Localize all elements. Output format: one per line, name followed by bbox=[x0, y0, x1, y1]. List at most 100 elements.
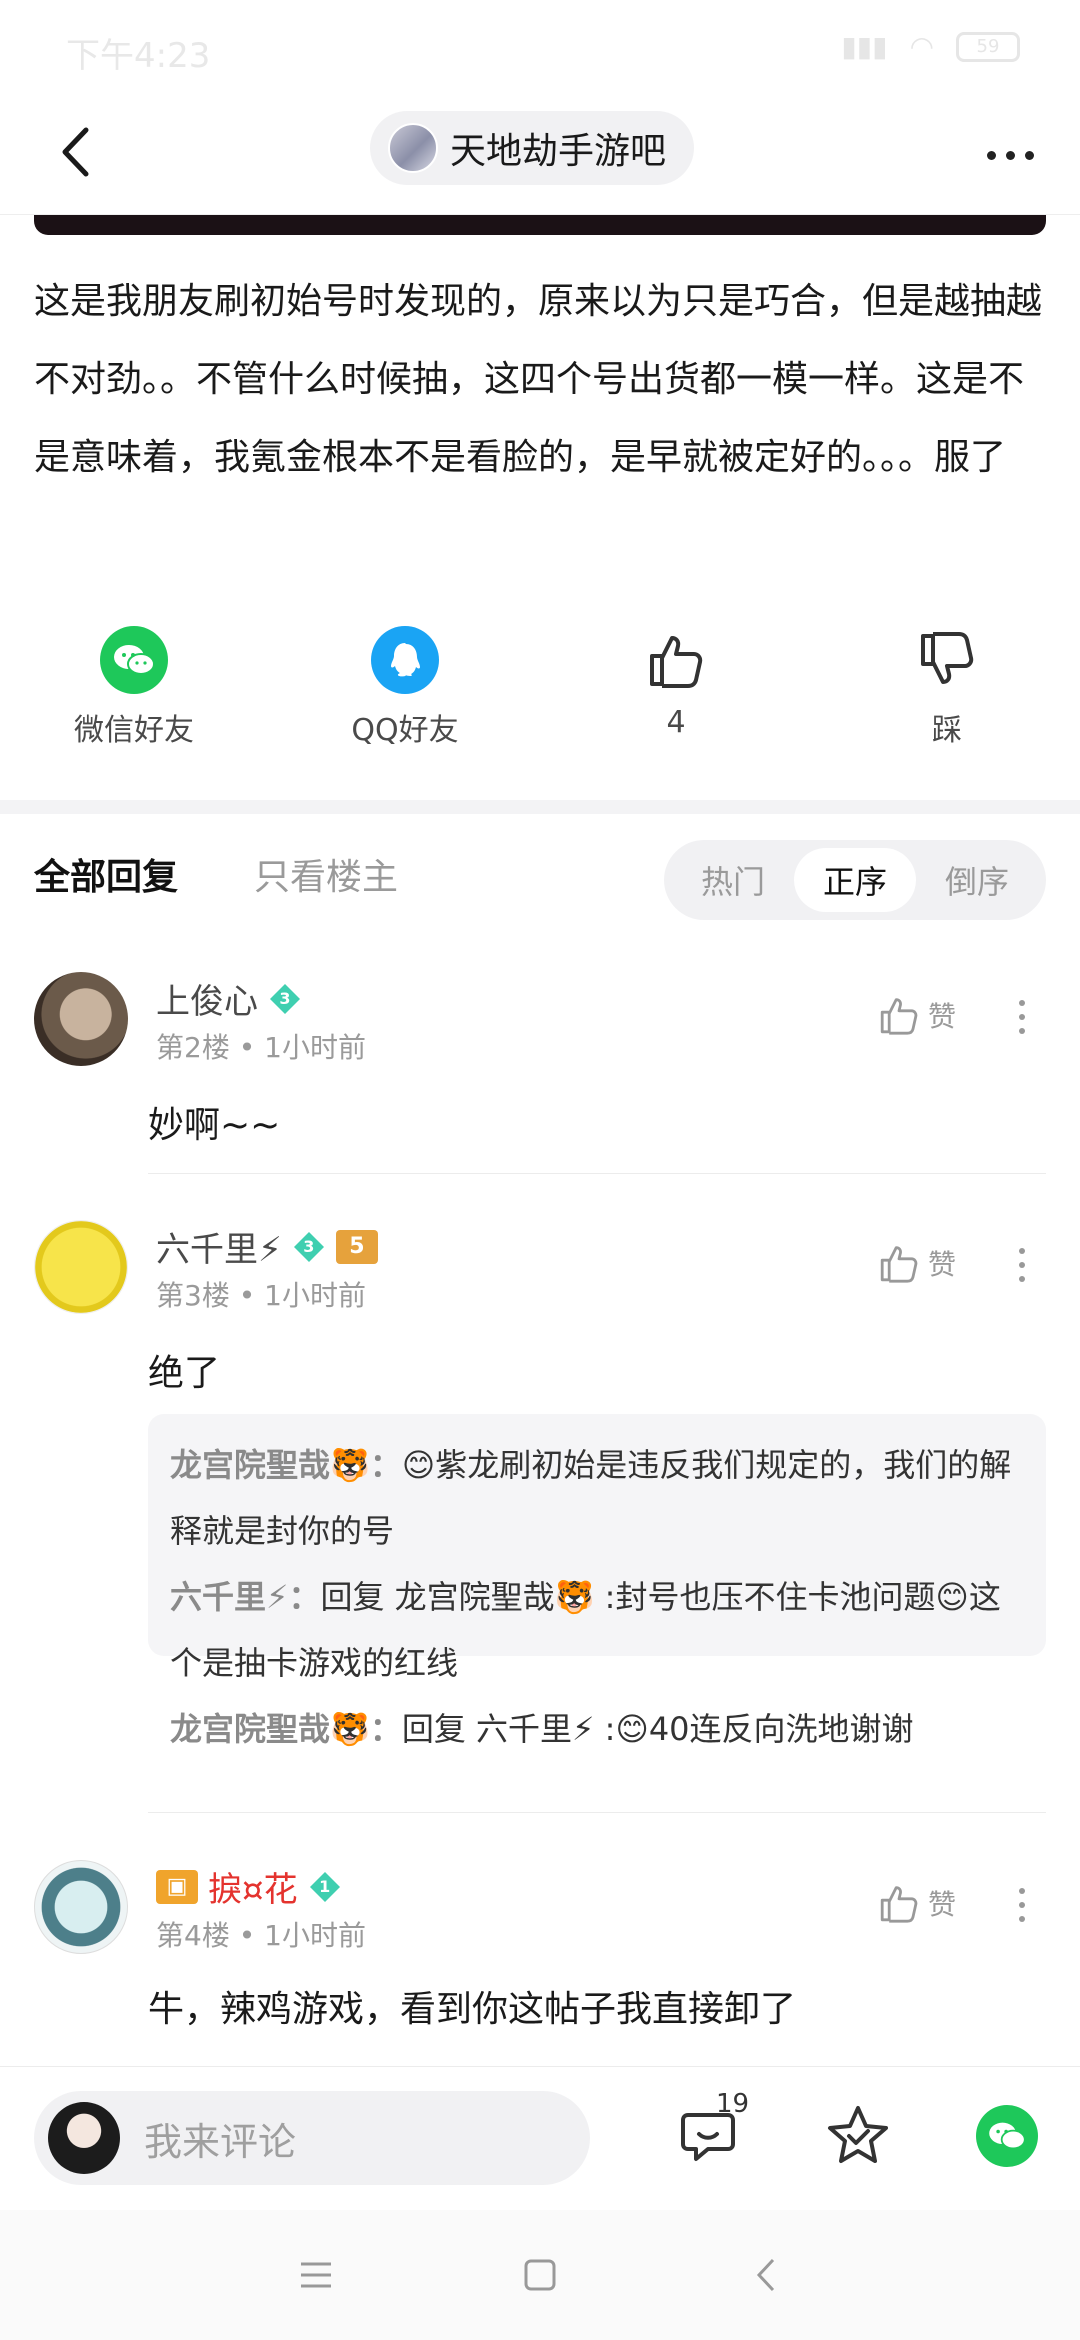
comment-time: 1小时前 bbox=[264, 1919, 366, 1952]
comment-placeholder: 我来评论 bbox=[144, 2119, 297, 2164]
sub-reply-author[interactable]: 六千里⚡： bbox=[170, 1578, 320, 1616]
my-avatar bbox=[48, 2102, 120, 2174]
like-button[interactable]: 4 bbox=[586, 625, 766, 740]
sub-reply-text: 回复 六千里⚡ :😊40连反向洗地谢谢 bbox=[401, 1710, 914, 1748]
comment-more-button[interactable] bbox=[1010, 1000, 1034, 1034]
like-count: 4 bbox=[666, 705, 686, 740]
menu-button[interactable] bbox=[286, 2250, 346, 2300]
meta-dot: • bbox=[238, 1279, 265, 1312]
avatar[interactable] bbox=[34, 972, 128, 1066]
sub-reply: 龙宫院聖哉🐯：回复 六千里⚡ :😊40连反向洗地谢谢 bbox=[170, 1696, 1024, 1762]
vip-badge-icon: ▣ bbox=[156, 1869, 198, 1904]
comment-divider bbox=[148, 1173, 1046, 1174]
forum-name: 天地劫手游吧 bbox=[450, 131, 667, 172]
thumbs-up-icon bbox=[880, 998, 918, 1035]
qq-label: QQ好友 bbox=[351, 713, 459, 748]
post-image[interactable] bbox=[34, 215, 1046, 235]
comment-input[interactable]: 我来评论 bbox=[34, 2091, 590, 2185]
like-label: 赞 bbox=[928, 1000, 957, 1033]
thumbs-down-icon bbox=[921, 632, 974, 684]
comment-text: 妙啊~~ bbox=[148, 1105, 281, 1146]
forum-pill[interactable]: 天地劫手游吧 bbox=[370, 111, 695, 185]
sort-toggle: 热门 正序 倒序 bbox=[664, 840, 1046, 920]
comment-time: 1小时前 bbox=[264, 1031, 366, 1064]
meta-dot: • bbox=[238, 1919, 265, 1952]
comment-more-button[interactable] bbox=[1010, 1248, 1034, 1282]
signal-icon: ▮▮▮ bbox=[841, 30, 888, 63]
comment-divider bbox=[148, 1812, 1046, 1813]
sort-ascending[interactable]: 正序 bbox=[794, 848, 916, 912]
comment-floor: 第4楼 bbox=[156, 1919, 230, 1952]
dislike-button[interactable]: 踩 bbox=[857, 625, 1037, 749]
thumbs-up-icon bbox=[650, 636, 703, 688]
favorite-button[interactable] bbox=[818, 2095, 898, 2175]
rank-badge-icon: 5 bbox=[335, 1229, 378, 1264]
comment-like-button[interactable]: 赞 bbox=[878, 994, 956, 1036]
share-wechat-button[interactable]: 微信好友 bbox=[44, 625, 224, 749]
sort-descending[interactable]: 倒序 bbox=[916, 848, 1038, 912]
reply-tabs: 全部回复 只看楼主 热门 正序 倒序 bbox=[0, 814, 1080, 934]
wifi-icon: ◠ bbox=[909, 30, 934, 63]
home-square-icon bbox=[524, 2259, 556, 2291]
home-button[interactable] bbox=[510, 2250, 570, 2300]
section-divider bbox=[0, 800, 1080, 814]
wechat-icon bbox=[989, 2122, 1026, 2150]
status-time: 下午4:23 bbox=[66, 36, 211, 76]
post-body: 这是我朋友刷初始号时发现的，原来以为只是巧合，但是越抽越不对劲。。不管什么时候抽… bbox=[34, 281, 1043, 478]
tab-all-replies[interactable]: 全部回复 bbox=[34, 848, 178, 900]
tab-owner-only[interactable]: 只看楼主 bbox=[254, 848, 398, 900]
sub-reply-author[interactable]: 龙宫院聖哉🐯： bbox=[170, 1710, 402, 1748]
back-button[interactable] bbox=[40, 117, 110, 187]
avatar[interactable] bbox=[34, 1860, 128, 1954]
star-icon bbox=[828, 2106, 888, 2163]
sub-reply: 六千里⚡：回复 龙宫院聖哉🐯 :封号也压不住卡池问题😊这个是抽卡游戏的红线 bbox=[170, 1564, 1024, 1696]
menu-icon bbox=[301, 2262, 331, 2288]
wechat-icon bbox=[100, 626, 168, 694]
like-label: 赞 bbox=[928, 1248, 957, 1281]
thumbs-up-icon bbox=[880, 1246, 918, 1283]
back-triangle-icon bbox=[756, 2258, 775, 2292]
comment-time: 1小时前 bbox=[264, 1279, 366, 1312]
comment-text: 绝了 bbox=[148, 1353, 221, 1394]
battery-icon: 59 bbox=[956, 31, 1020, 62]
status-icons: ▮▮▮ ◠ 59 bbox=[841, 30, 1020, 63]
system-navigation-bar bbox=[0, 2210, 1080, 2340]
comment-author[interactable]: 上俊心 bbox=[156, 974, 258, 1023]
sub-reply: 龙宫院聖哉🐯：😊紫龙刷初始是违反我们规定的，我们的解释就是封你的号 bbox=[170, 1432, 1024, 1564]
sub-replies[interactable]: 龙宫院聖哉🐯：😊紫龙刷初始是违反我们规定的，我们的解释就是封你的号 六千里⚡：回… bbox=[148, 1414, 1046, 1748]
sort-hot[interactable]: 热门 bbox=[672, 848, 794, 912]
forum-avatar bbox=[388, 123, 438, 173]
level-badge-icon: 1 bbox=[308, 1870, 342, 1904]
level-badge-icon: 3 bbox=[292, 1230, 326, 1264]
reply-count: 19 bbox=[716, 2089, 750, 2119]
comment-meta: 第3楼 • 1小时前 bbox=[156, 1274, 366, 1314]
share-qq-button[interactable]: QQ好友 bbox=[315, 625, 495, 749]
qq-icon bbox=[371, 626, 439, 694]
comment-like-button[interactable]: 赞 bbox=[878, 1882, 956, 1924]
share-wechat-round-button[interactable] bbox=[976, 2105, 1038, 2167]
meta-dot: • bbox=[238, 1031, 265, 1064]
comment-text: 牛，辣鸡游戏，看到你这帖子我直接卸了 bbox=[148, 1989, 797, 2030]
comment-floor: 第2楼 bbox=[156, 1031, 230, 1064]
comment-like-button[interactable]: 赞 bbox=[878, 1242, 956, 1284]
comment-meta: 第2楼 • 1小时前 bbox=[156, 1026, 366, 1066]
top-nav: 天地劫手游吧 bbox=[0, 95, 1080, 215]
avatar[interactable] bbox=[34, 1220, 128, 1314]
dislike-label: 踩 bbox=[932, 713, 962, 748]
bottom-comment-bar: 我来评论 19 bbox=[0, 2066, 1080, 2210]
action-row: 微信好友 QQ好友 4 踩 bbox=[0, 625, 1080, 765]
level-badge-icon: 3 bbox=[268, 982, 302, 1016]
comment-meta: 第4楼 • 1小时前 bbox=[156, 1914, 366, 1954]
more-options-button[interactable] bbox=[980, 125, 1040, 185]
system-back-button[interactable] bbox=[736, 2250, 796, 2300]
comment-more-button[interactable] bbox=[1010, 1888, 1034, 1922]
like-label: 赞 bbox=[928, 1888, 957, 1921]
comment-author[interactable]: 六千里⚡ bbox=[156, 1222, 282, 1271]
comment-floor: 第3楼 bbox=[156, 1279, 230, 1312]
chevron-left-icon bbox=[62, 127, 89, 177]
status-bar: 下午4:23 ▮▮▮ ◠ 59 bbox=[0, 0, 1080, 95]
wechat-label: 微信好友 bbox=[74, 713, 194, 748]
comment-author[interactable]: 捩¤花 bbox=[208, 1862, 298, 1911]
sub-reply-author[interactable]: 龙宫院聖哉🐯： bbox=[170, 1446, 402, 1484]
thumbs-up-icon bbox=[880, 1886, 918, 1923]
